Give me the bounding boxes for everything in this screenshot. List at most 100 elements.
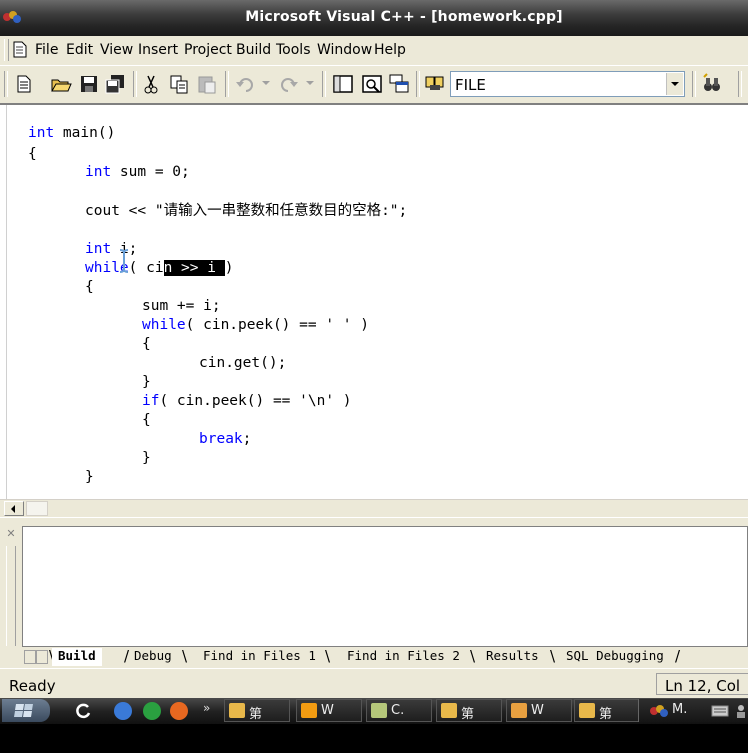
firefox-icon[interactable] [170, 702, 188, 720]
toolbar-separator [692, 71, 696, 97]
find-input[interactable] [455, 76, 655, 94]
undo-dropdown-arrow[interactable] [262, 81, 270, 85]
menu-window[interactable]: Window [317, 42, 372, 58]
redo-icon[interactable] [278, 73, 300, 95]
tab-find-in-files-2[interactable]: Find in Files 2 [341, 648, 466, 665]
code-line[interactable]: } [142, 373, 151, 391]
code-line[interactable]: while( cin >> i ) [85, 259, 233, 277]
output-grip[interactable] [6, 546, 16, 646]
code-line[interactable]: if( cin.peek() == '\n' ) [142, 392, 352, 410]
taskbar-button[interactable]: W [296, 699, 362, 722]
refresh-icon[interactable] [74, 702, 92, 720]
taskbar-button[interactable]: 第 [436, 699, 502, 722]
ie-browser-icon[interactable] [114, 702, 132, 720]
output-panel: ✕ \ Build / Debug \ Find in Files 1 \ Fi… [0, 518, 748, 668]
code-text: ; [242, 431, 252, 447]
code-line[interactable]: sum += i; [142, 297, 221, 315]
output-text-area[interactable] [22, 526, 748, 652]
cut-icon[interactable] [140, 73, 162, 95]
close-icon[interactable]: ✕ [5, 528, 17, 540]
menu-tools[interactable]: Tools [276, 42, 311, 58]
code-keyword: while [142, 317, 186, 333]
find-combo[interactable] [450, 71, 685, 97]
code-text: } [85, 469, 94, 485]
code-editor[interactable]: int main() { int sum = 0; cout << "请输入一串整数和… [0, 103, 748, 518]
tab-scroll-left-button[interactable] [24, 650, 36, 664]
code-line[interactable]: while( cin.peek() == ' ' ) [142, 316, 369, 334]
tray-label: M. [672, 702, 688, 717]
save-all-icon[interactable] [104, 73, 126, 95]
menu-edit[interactable]: Edit [66, 42, 93, 58]
window-list-icon[interactable] [388, 73, 410, 95]
start-logo-icon [14, 704, 33, 717]
editor-margin [0, 105, 7, 505]
taskbar-button[interactable]: C. [366, 699, 432, 722]
find-dropdown-button[interactable] [666, 73, 683, 95]
tab-divider: \ [325, 647, 331, 665]
code-line[interactable]: { [142, 411, 151, 429]
paste-icon[interactable] [196, 73, 218, 95]
menu-build[interactable]: Build [236, 42, 271, 58]
code-text: } [142, 374, 151, 390]
text-cursor-icon [119, 249, 129, 273]
menu-bar: File Edit View Insert Project Build Tool… [0, 36, 748, 65]
redo-dropdown-arrow[interactable] [306, 81, 314, 85]
taskbar-button[interactable]: 第 [574, 699, 640, 722]
code-text: { [28, 146, 37, 162]
menu-project[interactable]: Project [184, 42, 232, 58]
code-line[interactable]: cin.get(); [199, 354, 286, 372]
taskbar-button[interactable]: 第 [224, 699, 290, 722]
keyboard-icon[interactable] [711, 704, 729, 718]
code-line[interactable]: break; [199, 430, 251, 448]
toolbar-grip[interactable] [4, 71, 8, 97]
quicklaunch-overflow-icon[interactable]: » [203, 701, 210, 715]
undo-icon[interactable] [234, 73, 256, 95]
open-folder-icon[interactable] [50, 73, 72, 95]
output-window-icon[interactable] [361, 73, 383, 95]
binoculars-icon[interactable] [701, 73, 723, 95]
document-icon[interactable] [13, 41, 27, 58]
save-icon[interactable] [78, 73, 100, 95]
code-line[interactable]: { [142, 335, 151, 353]
menu-grip[interactable] [4, 39, 9, 61]
code-line[interactable]: int sum = 0; [85, 163, 190, 181]
menu-help[interactable]: Help [374, 42, 406, 58]
code-line[interactable]: } [142, 449, 151, 467]
code-text: ( cin.peek() == '\n' ) [159, 393, 352, 409]
tab-build[interactable]: Build [52, 648, 102, 666]
green-app-icon[interactable] [143, 702, 161, 720]
code-line[interactable]: cout << "请输入一串整数和任意数目的空格:"; [85, 202, 407, 220]
tab-sql-debugging[interactable]: SQL Debugging [560, 648, 670, 665]
start-button[interactable] [2, 699, 50, 722]
workspace-icon[interactable] [332, 73, 354, 95]
tab-scroll-right-button[interactable] [36, 650, 48, 664]
user-icon[interactable] [735, 704, 747, 718]
tab-results[interactable]: Results [480, 648, 545, 665]
scroll-left-button[interactable] [4, 501, 24, 516]
tab-debug[interactable]: Debug [128, 648, 178, 665]
copy-icon[interactable] [168, 73, 190, 95]
document-icon [371, 703, 387, 718]
code-line[interactable]: } [85, 468, 94, 486]
code-text: cin.get(); [199, 355, 287, 371]
taskbar-button[interactable]: W [506, 699, 572, 722]
menu-insert[interactable]: Insert [138, 42, 178, 58]
taskbar-button-label: 第 [461, 707, 475, 722]
menu-view[interactable]: View [100, 42, 133, 58]
horizontal-scrollbar[interactable] [0, 499, 748, 517]
code-line[interactable]: { [85, 278, 94, 296]
code-keyword: int [85, 241, 112, 257]
code-line[interactable]: { [28, 145, 37, 163]
code-line[interactable]: int main() [28, 124, 115, 142]
code-text: ) [224, 260, 234, 276]
new-text-file-icon[interactable] [13, 73, 35, 95]
code-text: } [142, 450, 151, 466]
code-text: { [142, 412, 151, 428]
scroll-track[interactable] [26, 501, 48, 516]
code-text: sum = 0; [111, 164, 190, 180]
tab-find-in-files-1[interactable]: Find in Files 1 [197, 648, 322, 665]
menu-file[interactable]: File [35, 42, 58, 58]
find-in-files-icon[interactable] [424, 73, 446, 95]
visual-cpp-icon[interactable] [649, 703, 669, 719]
title-bar: Microsoft Visual C++ - [homework.cpp] [0, 0, 748, 36]
